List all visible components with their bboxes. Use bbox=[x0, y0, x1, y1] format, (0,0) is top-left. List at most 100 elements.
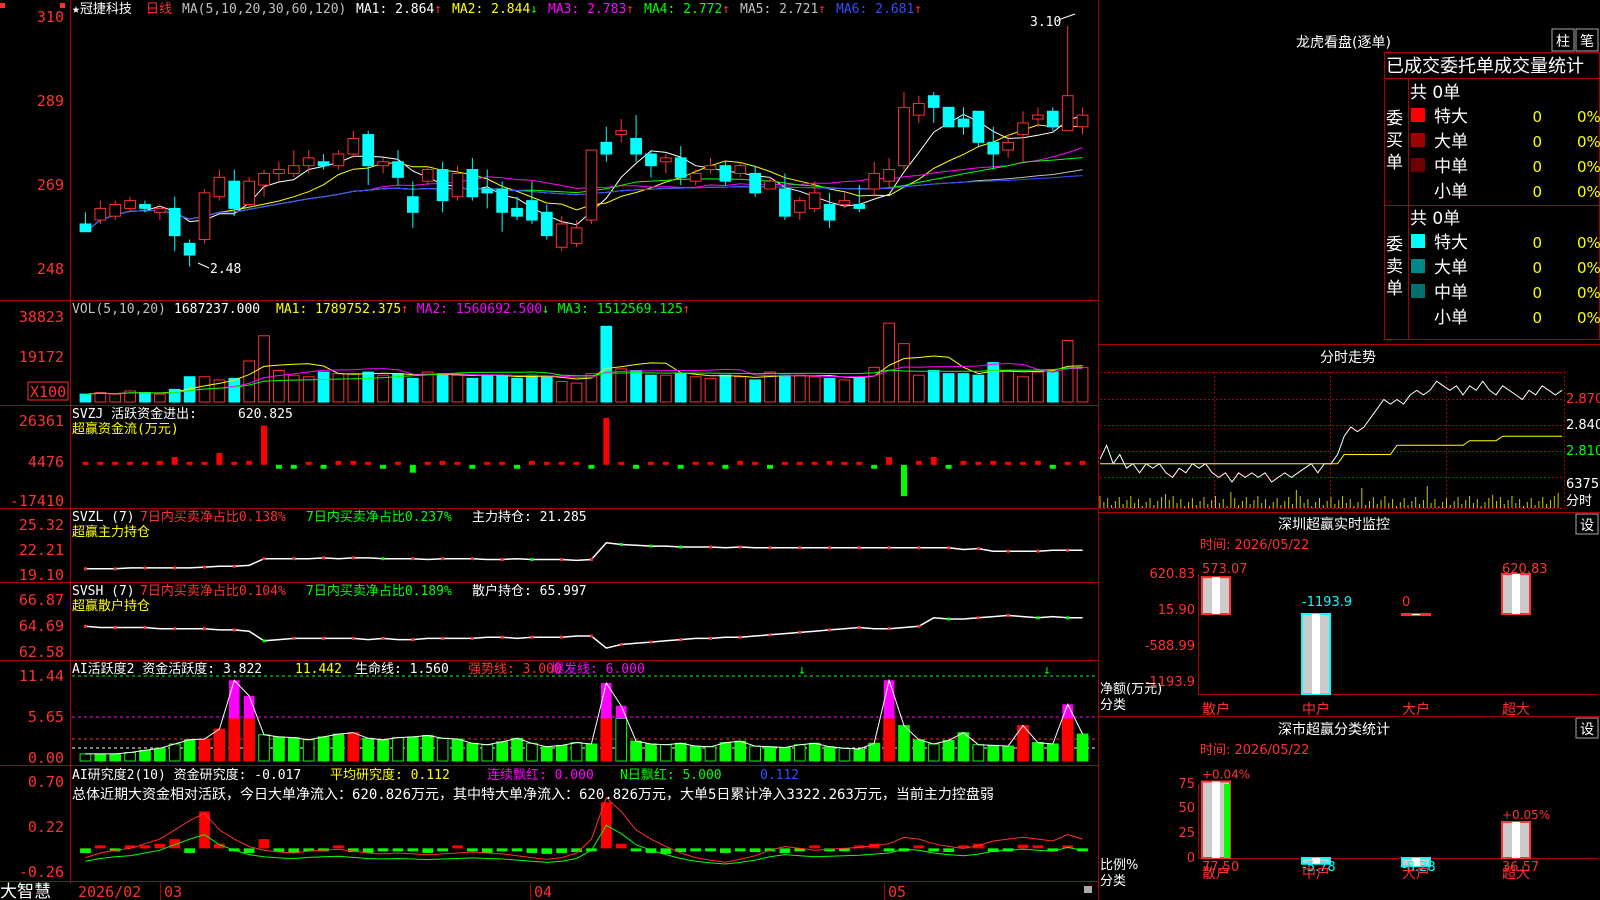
candle[interactable] bbox=[704, 165, 717, 171]
candle[interactable] bbox=[421, 169, 434, 182]
candle[interactable] bbox=[972, 110, 985, 143]
kline-chart-area[interactable]: 310 289 269 248 38823 19172 X100 26361 4… bbox=[0, 0, 1600, 900]
volume-bar[interactable] bbox=[630, 369, 642, 403]
candle[interactable] bbox=[1061, 95, 1074, 132]
volume-bar[interactable] bbox=[615, 368, 628, 403]
candle[interactable] bbox=[302, 157, 315, 167]
volume-bar[interactable] bbox=[302, 376, 315, 403]
candle[interactable] bbox=[555, 223, 568, 248]
volume-bar[interactable] bbox=[659, 374, 672, 403]
volume-bar[interactable] bbox=[1002, 369, 1015, 403]
candle[interactable] bbox=[734, 165, 747, 174]
candle[interactable] bbox=[273, 169, 285, 174]
candle[interactable] bbox=[153, 207, 166, 213]
candle[interactable] bbox=[823, 204, 836, 221]
candle[interactable] bbox=[94, 207, 107, 221]
candle[interactable] bbox=[942, 106, 955, 128]
candle[interactable] bbox=[779, 188, 791, 217]
volume-bar[interactable] bbox=[421, 371, 434, 403]
volume-bar[interactable] bbox=[600, 325, 613, 403]
volume-bar[interactable] bbox=[317, 371, 330, 403]
candle[interactable] bbox=[1002, 141, 1015, 151]
candle[interactable] bbox=[317, 161, 330, 167]
volume-bar[interactable] bbox=[674, 373, 687, 403]
volume-bar[interactable] bbox=[109, 393, 122, 403]
volume-bar[interactable] bbox=[496, 374, 509, 403]
candle[interactable] bbox=[243, 180, 256, 206]
volume-bar[interactable] bbox=[1061, 340, 1074, 403]
volume-bar[interactable] bbox=[972, 374, 985, 403]
volume-bar[interactable] bbox=[883, 322, 895, 403]
volume-bar[interactable] bbox=[645, 374, 657, 403]
candle[interactable] bbox=[674, 157, 687, 178]
volume-bar[interactable] bbox=[526, 374, 538, 403]
candle[interactable] bbox=[615, 130, 628, 136]
volume-bar[interactable] bbox=[511, 377, 523, 403]
candle[interactable] bbox=[645, 153, 657, 167]
volume-bar[interactable] bbox=[898, 343, 910, 403]
candle[interactable] bbox=[927, 95, 940, 108]
candle[interactable] bbox=[79, 223, 92, 233]
candle[interactable] bbox=[481, 188, 494, 194]
volume-bar[interactable] bbox=[1046, 371, 1059, 403]
volume-bar[interactable] bbox=[1076, 366, 1089, 403]
volume-bar[interactable] bbox=[481, 374, 494, 403]
volume-bar[interactable] bbox=[749, 379, 762, 403]
volume-bar[interactable] bbox=[540, 376, 553, 403]
candle[interactable] bbox=[689, 172, 702, 182]
volume-bar[interactable] bbox=[719, 374, 732, 403]
candle[interactable] bbox=[793, 200, 806, 213]
volume-bar[interactable] bbox=[734, 376, 747, 403]
candle[interactable] bbox=[630, 137, 642, 155]
volume-bar[interactable] bbox=[987, 362, 1000, 403]
candle[interactable] bbox=[511, 207, 523, 217]
volume-bar[interactable] bbox=[689, 376, 702, 403]
candle[interactable] bbox=[600, 141, 613, 155]
volume-bar[interactable] bbox=[957, 373, 970, 403]
volume-bar[interactable] bbox=[377, 374, 389, 403]
volume-bar[interactable] bbox=[942, 373, 955, 403]
volume-bar[interactable] bbox=[1017, 376, 1029, 403]
volume-bar[interactable] bbox=[912, 374, 925, 403]
candle[interactable] bbox=[853, 204, 866, 209]
candle[interactable] bbox=[466, 169, 479, 198]
volume-bar[interactable] bbox=[1032, 371, 1044, 403]
volume-bar[interactable] bbox=[347, 373, 360, 403]
candle[interactable] bbox=[883, 169, 895, 182]
candle[interactable] bbox=[912, 102, 925, 116]
candle[interactable] bbox=[392, 161, 404, 178]
candle[interactable] bbox=[168, 207, 181, 237]
candle[interactable] bbox=[451, 172, 464, 198]
volume-bar[interactable] bbox=[823, 377, 836, 403]
volume-bar[interactable] bbox=[436, 373, 449, 403]
candle[interactable] bbox=[228, 180, 241, 209]
candle[interactable] bbox=[838, 200, 851, 206]
candle[interactable] bbox=[436, 169, 449, 202]
candle[interactable] bbox=[347, 137, 360, 155]
volume-bar[interactable] bbox=[853, 377, 866, 403]
candle[interactable] bbox=[987, 141, 1000, 155]
volume-bar[interactable] bbox=[704, 377, 717, 403]
candle[interactable] bbox=[749, 172, 762, 194]
candle[interactable] bbox=[1017, 122, 1029, 136]
candle[interactable] bbox=[540, 211, 553, 237]
volume-bar[interactable] bbox=[79, 393, 92, 403]
candle[interactable] bbox=[570, 227, 583, 244]
volume-bar[interactable] bbox=[779, 374, 791, 403]
candle[interactable] bbox=[124, 200, 136, 209]
candle[interactable] bbox=[139, 204, 151, 209]
candle[interactable] bbox=[198, 192, 211, 240]
candle[interactable] bbox=[213, 176, 226, 198]
volume-bar[interactable] bbox=[466, 377, 479, 403]
candle[interactable] bbox=[1032, 114, 1044, 120]
volume-bar[interactable] bbox=[392, 373, 404, 403]
candle[interactable] bbox=[585, 149, 598, 221]
volume-bar[interactable] bbox=[362, 371, 375, 403]
volume-bar[interactable] bbox=[139, 392, 151, 403]
volume-bar[interactable] bbox=[153, 393, 166, 403]
candle[interactable] bbox=[898, 106, 910, 167]
candle[interactable] bbox=[332, 153, 345, 167]
lock-icon[interactable] bbox=[1084, 886, 1092, 893]
volume-bar[interactable] bbox=[406, 377, 419, 403]
candle[interactable] bbox=[719, 165, 732, 182]
